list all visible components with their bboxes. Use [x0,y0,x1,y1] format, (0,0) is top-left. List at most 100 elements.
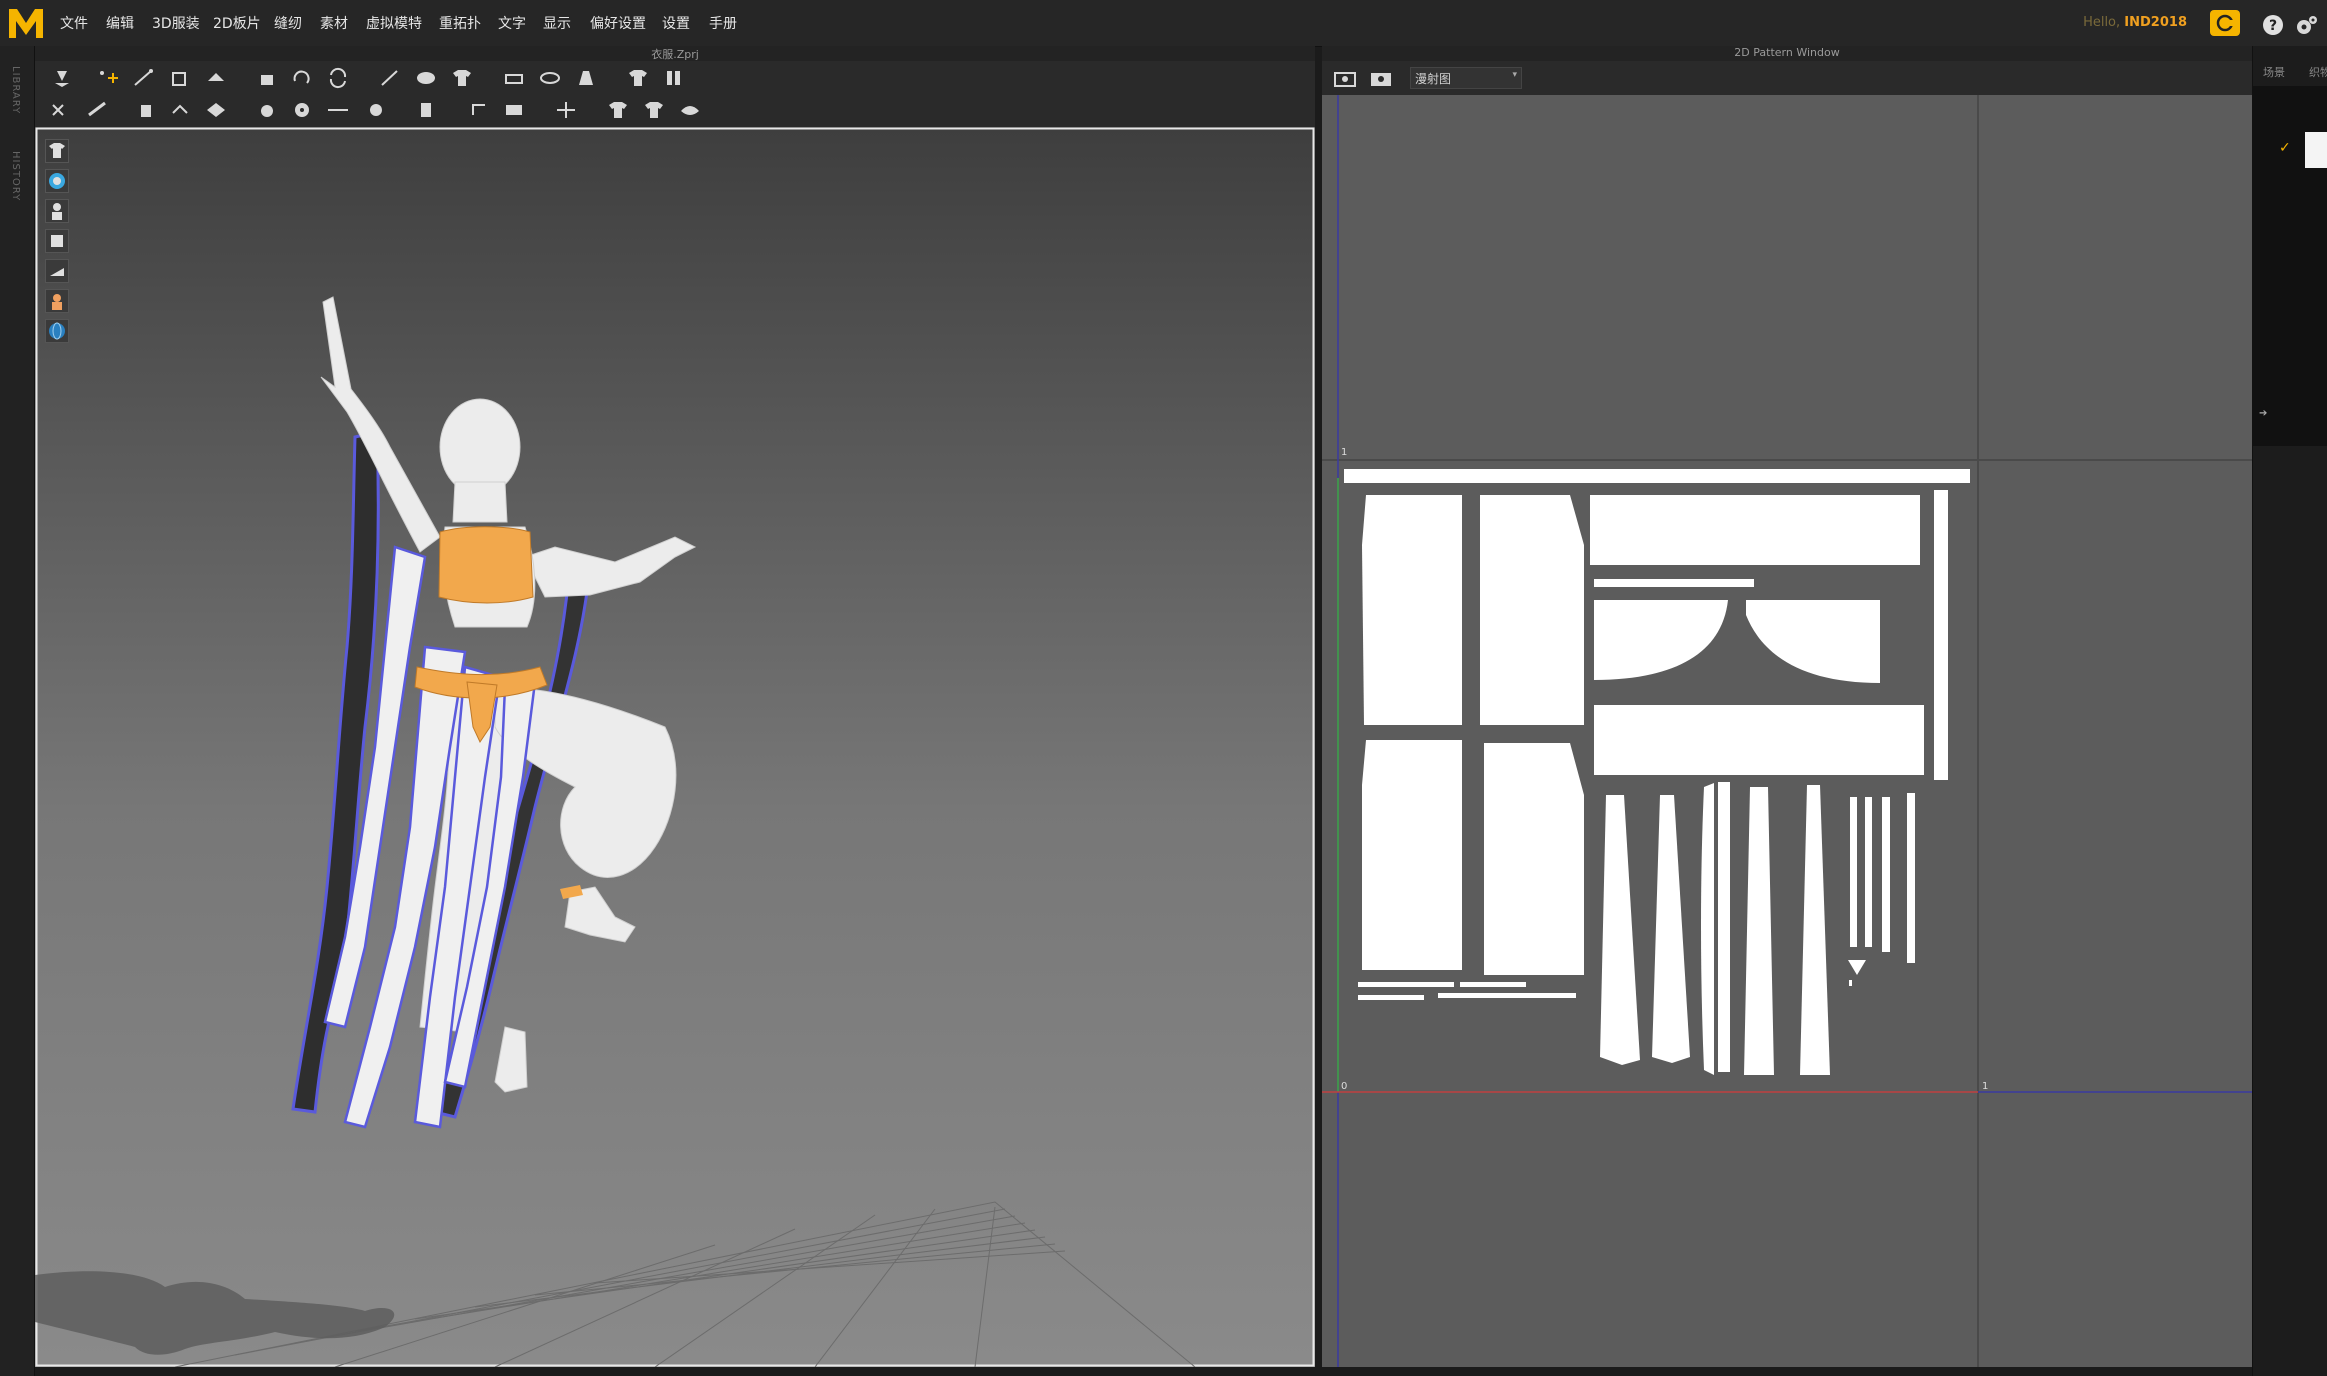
pin-icon[interactable] [377,67,403,89]
pattern-piece[interactable] [1865,797,1872,947]
shirt-icon[interactable] [449,67,475,89]
surface-icon[interactable] [45,259,69,283]
zipper-icon[interactable] [361,99,387,121]
skin-icon[interactable] [45,289,69,313]
pattern-piece[interactable] [1882,797,1890,952]
menu-preferences[interactable]: 偏好设置 [590,13,646,33]
select-icon[interactable] [49,67,75,89]
pattern-piece[interactable] [1362,495,1462,725]
tack-icon[interactable] [413,67,439,89]
pattern-piece[interactable] [1934,490,1948,780]
pattern-icon[interactable] [661,67,687,89]
menu-avatar[interactable]: 虚拟模特 [366,13,422,33]
pattern-piece[interactable] [1850,797,1857,947]
texture-icon[interactable] [45,229,69,253]
pattern-piece[interactable] [1438,993,1576,998]
menu-display[interactable]: 显示 [543,13,571,33]
pattern-piece[interactable] [1744,787,1774,1075]
pattern-piece[interactable] [1600,795,1640,1065]
fabric-icon[interactable] [677,99,703,121]
pattern-piece[interactable] [1746,600,1880,683]
pattern-piece[interactable] [1907,793,1915,963]
viewport-3d[interactable] [35,127,1315,1367]
camera-icon[interactable] [1368,67,1394,89]
transform-icon[interactable] [131,67,157,89]
avatar-icon[interactable] [573,67,599,89]
pattern-piece[interactable] [1594,705,1924,775]
pattern-piece[interactable] [1358,995,1424,1000]
globe-icon[interactable] [45,319,69,343]
library-tab[interactable]: LIBRARY [10,66,21,114]
view-mode-select[interactable]: 漫射图 ▾ [1410,67,1522,89]
fabric-swatch[interactable] [2305,132,2327,168]
reset-icon[interactable] [289,67,315,89]
bandeau-top[interactable] [438,526,534,604]
snapshot-icon[interactable] [1332,67,1358,89]
segment-icon[interactable] [167,99,193,121]
pattern-piece[interactable] [1480,495,1584,725]
avatar-icon[interactable] [45,199,69,223]
avatar-colored-icon[interactable] [45,169,69,193]
arrange2-icon[interactable] [501,67,527,89]
button-icon[interactable] [253,99,279,121]
pattern-piece[interactable] [1800,785,1830,1075]
pattern-canvas[interactable]: 1 0 1 [1322,95,2252,1367]
menu-edit[interactable]: 编辑 [106,13,134,33]
tab-scene[interactable]: 场景 [2263,64,2285,80]
pattern-piece[interactable] [1590,495,1920,565]
move-icon[interactable] [95,67,121,89]
menu-manual[interactable]: 手册 [709,13,737,33]
menu-settings[interactable]: 设置 [662,13,690,33]
bounding-icon[interactable] [167,67,193,89]
puckering-icon[interactable] [465,99,491,121]
pattern-piece[interactable] [1652,795,1690,1063]
menu-sewing[interactable]: 缝纫 [274,13,302,33]
sew-icon[interactable] [49,99,75,121]
pattern-piece[interactable] [1362,740,1462,970]
tape-icon[interactable] [641,99,667,121]
pattern-piece[interactable] [1358,982,1454,987]
menu-file[interactable]: 文件 [60,13,88,33]
menu-3d-garment[interactable]: 3D服装 [152,13,200,33]
pattern-piece[interactable] [1848,960,1866,975]
tab-fabric[interactable]: 织物 [2309,64,2327,80]
shirt-icon[interactable] [45,139,69,163]
user-name[interactable]: IND2018 [2124,15,2187,30]
sync-icon[interactable] [325,67,351,89]
sew2-icon[interactable] [131,99,157,121]
scene-3d[interactable] [35,127,1315,1367]
line-icon[interactable] [325,99,351,121]
settings-icon[interactable] [2294,14,2318,36]
pattern-piece[interactable] [1460,982,1526,987]
avatar-measure-icon[interactable] [605,99,631,121]
menu-2d-pattern[interactable]: 2D板片 [213,13,261,33]
help-icon[interactable]: ? [2262,14,2284,36]
pattern-piece[interactable] [1344,469,1970,483]
fold-icon[interactable] [203,67,229,89]
menu-retopology[interactable]: 重拓扑 [439,13,481,33]
check-icon[interactable]: ✓ [2279,140,2291,156]
pattern-piece[interactable] [1718,782,1730,1072]
pattern-piece[interactable] [1701,783,1714,1075]
seam-icon[interactable] [85,99,111,121]
shirt2-icon[interactable] [625,67,651,89]
viewport-2d[interactable]: 1 0 1 [1322,95,2252,1367]
pattern-piece[interactable] [1484,743,1584,975]
history-tab[interactable]: HISTORY [10,151,21,201]
pattern-piece[interactable] [1594,600,1728,680]
free-sew-icon[interactable] [203,99,229,121]
strap-icon[interactable] [537,67,563,89]
buttonhole-icon[interactable] [289,99,315,121]
cloud-icon[interactable] [2210,10,2240,36]
menu-materials[interactable]: 素材 [320,13,348,33]
layer-icon[interactable] [501,99,527,121]
pattern-piece[interactable] [1849,980,1852,986]
menu-text[interactable]: 文字 [498,13,526,33]
piping-icon[interactable] [413,99,439,121]
app-logo[interactable] [6,3,46,43]
arrow-right-icon[interactable]: ➔ [2259,408,2267,419]
measure-icon[interactable] [553,99,579,121]
pattern-piece[interactable] [1594,579,1754,587]
arrange-icon[interactable] [253,67,279,89]
pattern-pieces[interactable] [1344,469,1970,1075]
